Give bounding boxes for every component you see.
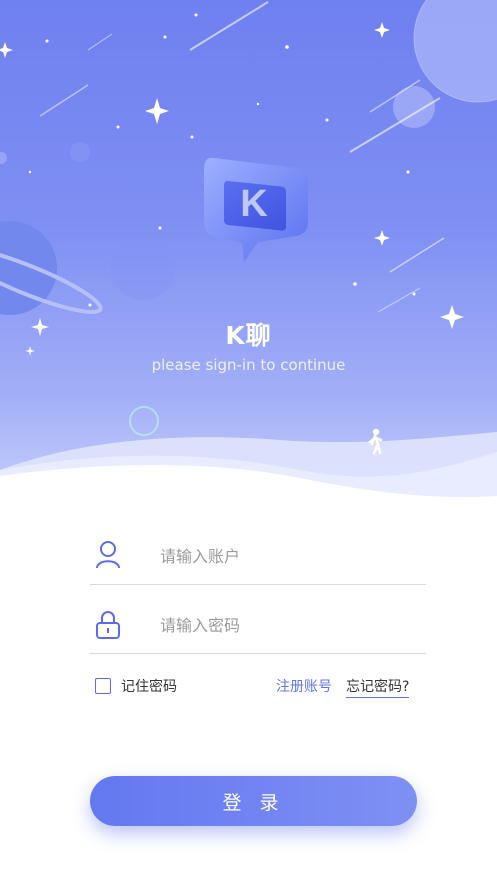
login-button[interactable]: 登 录 bbox=[90, 776, 417, 826]
lock-icon bbox=[96, 611, 120, 639]
forgot-password-link[interactable]: 忘记密码? bbox=[346, 676, 410, 698]
password-input[interactable] bbox=[158, 609, 412, 641]
register-link[interactable]: 注册账号 bbox=[276, 676, 332, 696]
user-icon bbox=[96, 541, 120, 569]
account-field bbox=[90, 528, 426, 585]
hero-banner: K K聊 please sign-in to continue bbox=[0, 0, 497, 500]
walking-person-icon bbox=[368, 428, 383, 455]
remember-checkbox[interactable] bbox=[95, 678, 111, 694]
password-field bbox=[90, 597, 426, 654]
remember-label: 记住密码 bbox=[121, 679, 177, 695]
app-title: K聊 bbox=[225, 321, 272, 350]
app-logo: K bbox=[200, 150, 312, 262]
logo-letter: K bbox=[240, 183, 268, 225]
account-input[interactable] bbox=[158, 540, 412, 572]
remember-password-toggle[interactable]: 记住密码 bbox=[95, 676, 177, 696]
chat-bubble-logo-icon: K bbox=[204, 157, 308, 262]
app-tagline: please sign-in to continue bbox=[151, 356, 346, 374]
